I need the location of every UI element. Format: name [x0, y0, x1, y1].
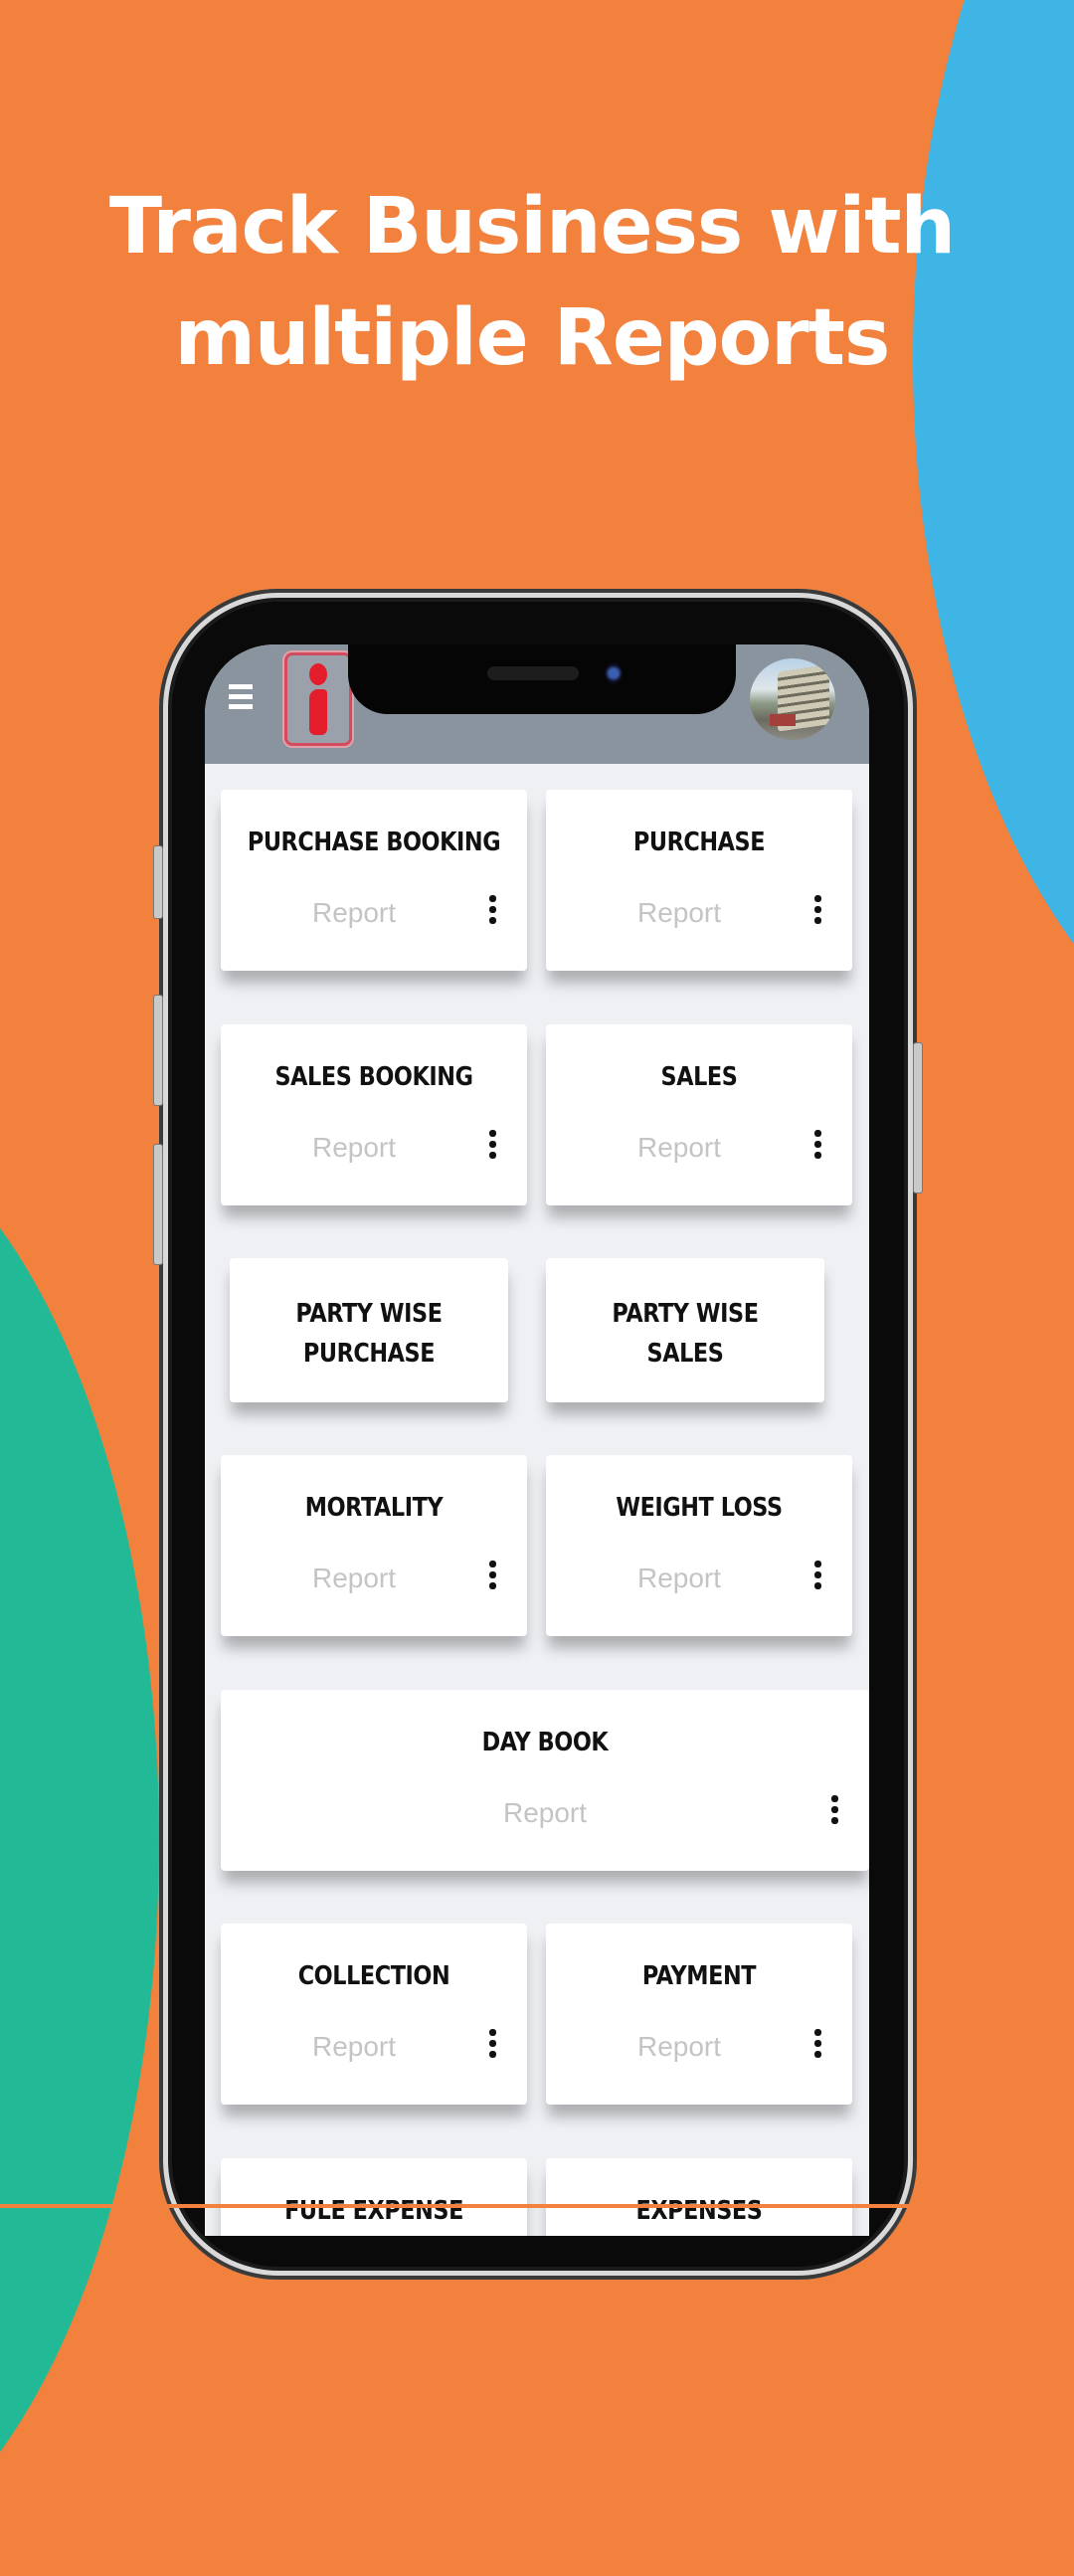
more-vert-icon[interactable] — [487, 1130, 497, 1160]
card-title: WEIGHT LOSS — [616, 1493, 783, 1523]
card-title-line-2: PURCHASE — [302, 1339, 436, 1369]
report-card-sales[interactable]: SALES Report — [546, 1024, 852, 1205]
phone-mute-switch — [153, 845, 163, 919]
card-title: PARTY WISE PURCHASE — [250, 1294, 489, 1374]
report-card-purchase-booking[interactable]: PURCHASE BOOKING Report — [221, 790, 527, 971]
report-card-day-book[interactable]: DAY BOOK Report — [221, 1690, 869, 1871]
report-card-payment[interactable]: PAYMENT Report — [546, 1924, 852, 2105]
card-title: FULE EXPENSE — [284, 2196, 463, 2226]
card-subtitle: Report — [311, 1563, 397, 1593]
profile-avatar[interactable] — [750, 658, 835, 740]
card-subtitle: Report — [636, 897, 722, 928]
more-vert-icon[interactable] — [487, 895, 497, 925]
card-subtitle: Report — [636, 1563, 722, 1593]
report-card-mortality[interactable]: MORTALITY Report — [221, 1455, 527, 1636]
more-vert-icon[interactable] — [812, 2029, 822, 2059]
card-title-line-1: PARTY WISE — [612, 1299, 759, 1329]
card-subtitle: Report — [502, 1797, 588, 1828]
front-camera — [605, 662, 623, 684]
speaker-grille — [487, 666, 579, 680]
app-logo-icon — [284, 652, 352, 746]
report-card-weight-loss[interactable]: WEIGHT LOSS Report — [546, 1455, 852, 1636]
card-title: PURCHASE BOOKING — [247, 828, 501, 857]
hamburger-menu-icon[interactable] — [229, 684, 253, 710]
more-vert-icon[interactable] — [812, 1561, 822, 1590]
decorative-green-shape — [0, 1104, 159, 2576]
card-title-line-1: PARTY WISE — [295, 1299, 443, 1329]
card-subtitle: Report — [636, 1132, 722, 1163]
card-title: COLLECTION — [297, 1961, 450, 1991]
more-vert-icon[interactable] — [487, 2029, 497, 2059]
report-card-expenses[interactable]: EXPENSES — [546, 2158, 852, 2236]
phone-volume-up-button — [153, 995, 163, 1106]
more-vert-icon[interactable] — [812, 1130, 822, 1160]
card-title: PARTY WISE SALES — [566, 1294, 806, 1374]
card-subtitle: Report — [636, 2031, 722, 2062]
more-vert-icon[interactable] — [487, 1561, 497, 1590]
report-card-purchase[interactable]: PURCHASE Report — [546, 790, 852, 971]
card-title: PAYMENT — [641, 1961, 757, 1991]
phone-notch — [348, 644, 736, 714]
headline-line-2: multiple Reports — [174, 293, 891, 383]
card-title: MORTALITY — [304, 1493, 444, 1523]
card-subtitle: Report — [311, 1132, 397, 1163]
card-title-line-2: SALES — [646, 1339, 724, 1369]
headline-line-1: Track Business with — [108, 182, 956, 272]
card-title: EXPENSES — [635, 2196, 763, 2226]
card-title: DAY BOOK — [481, 1728, 609, 1757]
more-vert-icon[interactable] — [829, 1795, 839, 1825]
decorative-blue-shape — [913, 0, 1074, 1094]
card-subtitle: Report — [311, 897, 397, 928]
bottom-edge — [0, 2204, 1074, 2208]
promo-headline: Track Business with multiple Reports — [0, 171, 1074, 394]
app-header — [205, 644, 869, 764]
report-card-collection[interactable]: COLLECTION Report — [221, 1924, 527, 2105]
phone-power-button — [913, 1042, 923, 1194]
app-screen: PURCHASE BOOKING Report PURCHASE Report … — [205, 644, 869, 2236]
report-card-party-wise-sales[interactable]: PARTY WISE SALES — [546, 1258, 824, 1402]
card-title: SALES BOOKING — [274, 1062, 473, 1092]
report-card-party-wise-purchase[interactable]: PARTY WISE PURCHASE — [230, 1258, 508, 1402]
card-title: PURCHASE — [632, 828, 766, 857]
card-title: SALES — [660, 1062, 738, 1092]
report-card-sales-booking[interactable]: SALES BOOKING Report — [221, 1024, 527, 1205]
card-subtitle: Report — [311, 2031, 397, 2062]
phone-volume-down-button — [153, 1144, 163, 1265]
report-card-fuel-expense[interactable]: FULE EXPENSE — [221, 2158, 527, 2236]
more-vert-icon[interactable] — [812, 895, 822, 925]
